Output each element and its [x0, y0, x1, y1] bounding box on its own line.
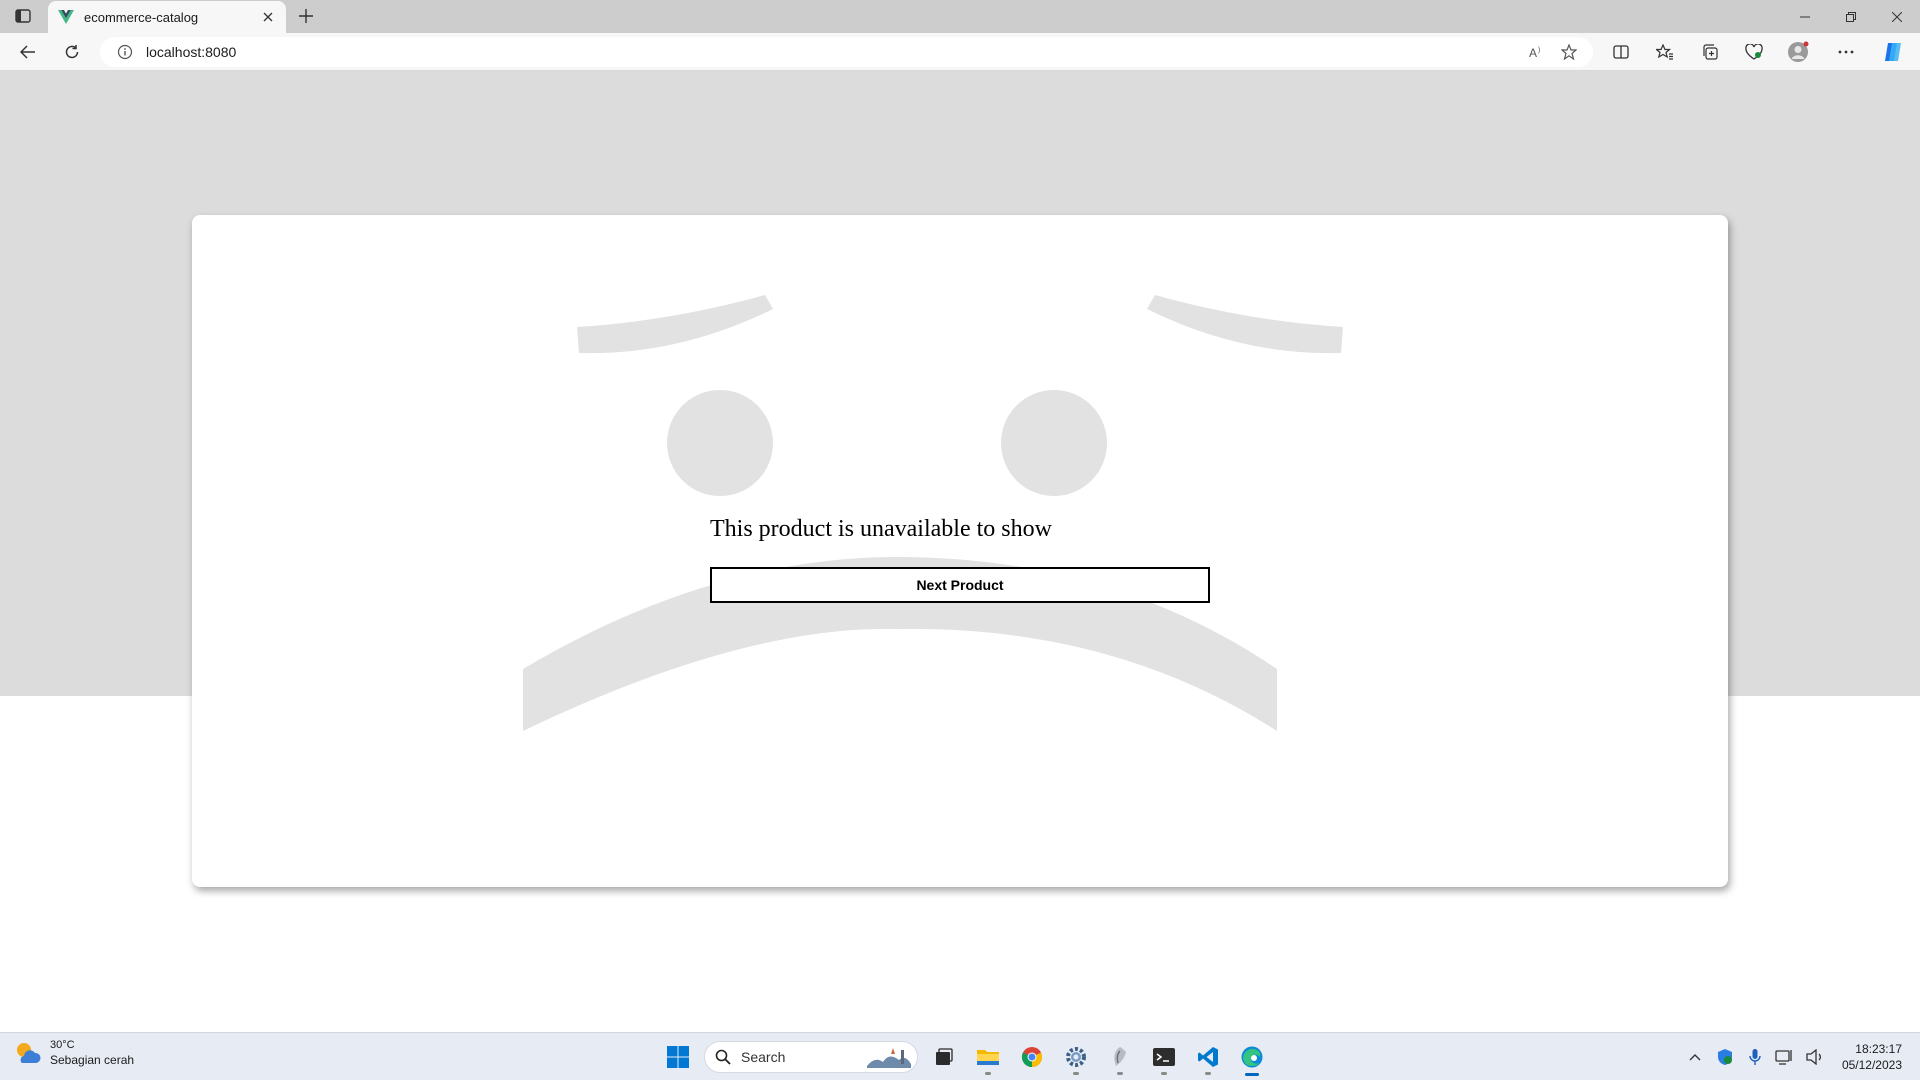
more-options-icon[interactable] [1832, 38, 1860, 66]
read-aloud-icon[interactable]: A) [1521, 39, 1553, 65]
profile-avatar[interactable] [1784, 38, 1812, 66]
network-icon[interactable] [1773, 1045, 1797, 1069]
browser-toolbar: localhost:8080 A) [0, 33, 1920, 71]
svg-text:): ) [1538, 47, 1540, 54]
left-eye [667, 390, 773, 496]
new-tab-icon[interactable] [294, 4, 318, 28]
taskbar-search[interactable]: Search [704, 1041, 918, 1073]
back-icon[interactable] [14, 38, 42, 66]
address-bar[interactable]: localhost:8080 A) [100, 37, 1593, 67]
browser-essentials-icon[interactable] [1740, 38, 1768, 66]
system-clock[interactable]: 18:23:17 05/12/2023 [1842, 1041, 1902, 1073]
page-viewport: This product is unavailable to show Next… [0, 71, 1920, 1032]
right-eyebrow [1147, 295, 1343, 354]
vscode-icon[interactable] [1188, 1037, 1228, 1077]
unavailable-message: This product is unavailable to show [710, 516, 1052, 542]
weather-temperature: 30°C [50, 1039, 75, 1051]
browser-tab[interactable]: ecommerce-catalog [48, 1, 286, 33]
microphone-icon[interactable] [1743, 1045, 1767, 1069]
search-icon [715, 1049, 731, 1065]
clock-date: 05/12/2023 [1841, 1058, 1902, 1072]
close-window-icon[interactable] [1874, 0, 1920, 33]
minimize-icon[interactable] [1782, 0, 1828, 33]
copilot-icon[interactable] [1879, 38, 1907, 66]
restore-icon[interactable] [1828, 0, 1874, 33]
svg-text:A: A [1529, 46, 1537, 59]
file-explorer-icon[interactable] [968, 1037, 1008, 1077]
window-controls [1782, 0, 1920, 33]
system-tray: 18:23:17 05/12/2023 [1680, 1033, 1920, 1080]
windows-start-icon[interactable] [658, 1037, 698, 1077]
partly-sunny-icon [17, 1043, 41, 1063]
security-shield-icon[interactable] [1713, 1045, 1737, 1069]
settings-gear-icon[interactable] [1056, 1037, 1096, 1077]
chevron-up-icon[interactable] [1683, 1045, 1707, 1069]
chrome-icon[interactable] [1012, 1037, 1052, 1077]
tab-strip: ecommerce-catalog [0, 0, 1920, 33]
task-view-icon[interactable] [924, 1037, 964, 1077]
product-card: This product is unavailable to show Next… [192, 215, 1728, 887]
right-eye [1001, 390, 1107, 496]
address-actions: A) [1521, 39, 1585, 65]
clock-time: 18:23:17 [1855, 1042, 1902, 1056]
taskbar: 30°C Sebagian cerah Search 18:23:17 05/1… [0, 1032, 1920, 1080]
app-icon[interactable] [1100, 1037, 1140, 1077]
site-info-icon[interactable] [114, 41, 136, 63]
volume-icon[interactable] [1803, 1045, 1827, 1069]
search-label: Search [741, 1049, 786, 1065]
terminal-icon[interactable] [1144, 1037, 1184, 1077]
sad-face-illustration [523, 295, 1343, 731]
collections-icon[interactable] [1696, 38, 1724, 66]
search-highlight-icon [867, 1048, 911, 1068]
favorites-icon[interactable] [1651, 38, 1679, 66]
weather-widget[interactable]: 30°C Sebagian cerah [14, 1039, 134, 1067]
taskbar-apps: Search [656, 1033, 1274, 1080]
next-product-button[interactable]: Next Product [710, 567, 1210, 603]
weather-description: Sebagian cerah [50, 1053, 135, 1067]
vue-logo-icon [58, 9, 74, 25]
tab-actions-icon[interactable] [12, 6, 34, 26]
url-text[interactable]: localhost:8080 [146, 44, 1521, 60]
close-tab-icon[interactable] [256, 5, 280, 29]
left-eyebrow [577, 295, 773, 354]
favorite-star-icon[interactable] [1553, 39, 1585, 65]
refresh-icon[interactable] [58, 38, 86, 66]
edge-browser-icon[interactable] [1232, 1037, 1272, 1077]
split-screen-icon[interactable] [1607, 38, 1635, 66]
tab-title: ecommerce-catalog [84, 9, 199, 25]
